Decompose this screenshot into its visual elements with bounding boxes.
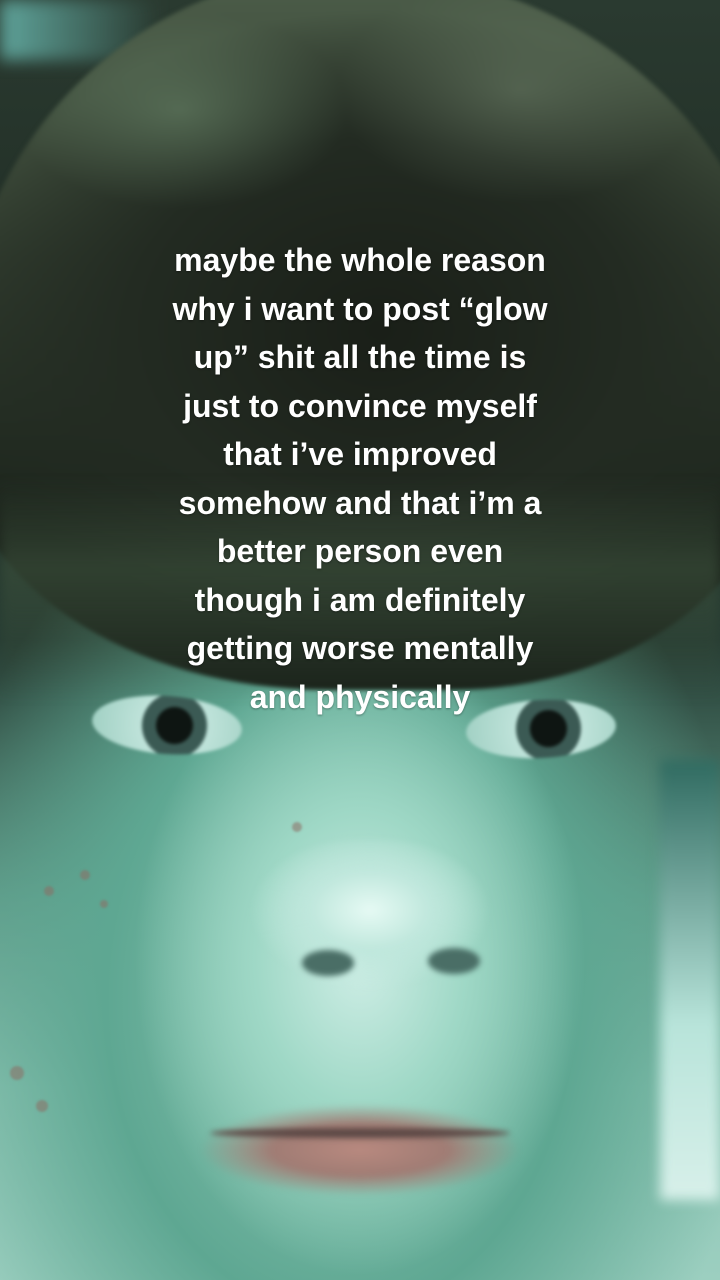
skin-spot xyxy=(292,822,302,832)
lips xyxy=(200,1100,520,1200)
caption-line: up” shit all the time is xyxy=(193,339,527,375)
skin-spot xyxy=(44,886,54,896)
caption-line: better person even xyxy=(216,533,504,569)
caption-line: just to convince myself xyxy=(183,387,537,424)
caption-line: maybe the whole reason xyxy=(174,242,546,278)
mouth-line xyxy=(210,1128,510,1138)
caption-text: maybe the whole reason why i want to pos… xyxy=(0,236,720,721)
caption-line: somehow and that i’m a xyxy=(178,484,542,521)
caption-line: that i’ve improved xyxy=(223,436,497,472)
skin-spot xyxy=(100,900,108,908)
video-frame: maybe the whole reason why i want to pos… xyxy=(0,0,720,1280)
nose xyxy=(250,840,490,1010)
left-nostril xyxy=(302,950,354,976)
background-wall xyxy=(660,760,720,1200)
caption-line: getting worse mentally xyxy=(186,630,534,666)
right-nostril xyxy=(428,948,480,974)
caption-line: why i want to post “glow xyxy=(172,290,548,327)
skin-spot xyxy=(10,1066,24,1080)
skin-spot xyxy=(36,1100,48,1112)
skin-spot xyxy=(80,870,90,880)
caption-line: though i am definitely xyxy=(194,581,526,618)
caption-line: and physically xyxy=(249,678,471,715)
